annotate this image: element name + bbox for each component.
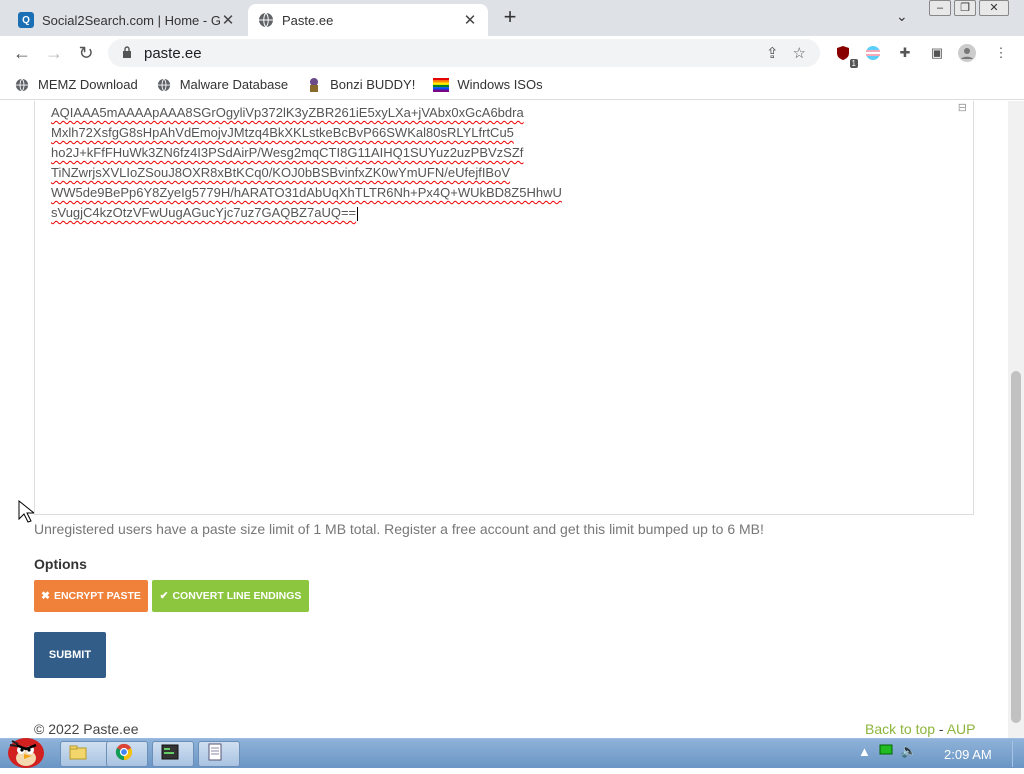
globe-icon: [14, 77, 30, 93]
paste-line: AQIAAA5mAAAApAAA8SGrOgyliVp372lK3yZBR261…: [51, 105, 524, 120]
size-limit-notice: Unregistered users have a paste size lim…: [34, 521, 764, 537]
tab-pasteee[interactable]: Paste.ee ✕: [248, 4, 488, 36]
ublock-extension-icon[interactable]: 1: [834, 44, 858, 68]
check-icon: ✔: [159, 590, 169, 602]
aup-link[interactable]: AUP: [947, 721, 976, 737]
paste-line: sVugjC4kzOtzVFwUugAGucYjc7uz7GAQBZ7aUQ==: [51, 203, 562, 223]
paste-line: TiNZwrjsXVLIoZSouJ8OXR8xBtKCq0/KOJ0bBSBv…: [51, 165, 510, 180]
address-text: paste.ee: [144, 44, 202, 62]
bookmark-label: Malware Database: [179, 77, 289, 92]
chrome-icon: [115, 743, 133, 766]
paste-text: AQIAAA5mAAAApAAA8SGrOgyliVp372lK3yZBR261…: [51, 103, 562, 223]
taskbar-chrome[interactable]: [106, 741, 148, 767]
start-button-angry-bird-icon[interactable]: [2, 731, 52, 769]
page-content: AQIAAA5mAAAApAAA8SGrOgyliVp372lK3yZBR261…: [0, 101, 1008, 738]
terminal-icon: [161, 744, 179, 765]
button-label: ENCRYPT PASTE: [53, 590, 141, 602]
globe-icon: [156, 77, 172, 93]
show-desktop-button[interactable]: [1012, 741, 1022, 767]
trans-flag-extension-icon[interactable]: [864, 44, 882, 62]
side-panel-icon[interactable]: ▣: [928, 44, 946, 62]
reload-button[interactable]: ↻: [74, 41, 98, 65]
tab-search-chevron-icon[interactable]: ⌄: [896, 8, 908, 25]
bookmark-bonzi-buddy[interactable]: Bonzi BUDDY!: [306, 77, 415, 93]
profile-avatar-icon[interactable]: [958, 44, 976, 62]
bookmark-label: MEMZ Download: [38, 77, 138, 92]
volume-icon[interactable]: 🔈: [901, 743, 917, 759]
submit-button[interactable]: SUBMIT: [34, 632, 106, 678]
tab-title: Paste.ee: [282, 12, 334, 28]
scrollbar-thumb[interactable]: [1011, 371, 1021, 723]
globe-icon: [258, 12, 274, 28]
q-icon: Q: [18, 12, 34, 28]
maximize-button[interactable]: ❐: [954, 0, 976, 16]
network-icon[interactable]: [879, 744, 893, 759]
clock[interactable]: 2:09 AM: [944, 747, 992, 762]
bookmark-star-icon[interactable]: ☆: [793, 44, 806, 62]
expand-icon[interactable]: ⊟: [958, 101, 967, 114]
bonzi-icon: [306, 77, 322, 93]
button-label: CONVERT LINE ENDINGS: [172, 590, 302, 602]
forward-button[interactable]: →: [42, 41, 66, 65]
text-cursor: [357, 206, 359, 221]
close-icon[interactable]: ✕: [220, 11, 236, 29]
footer-links: Back to top - AUP: [865, 721, 976, 737]
taskbar-notepad[interactable]: [198, 741, 240, 767]
minimize-button[interactable]: –: [929, 0, 951, 16]
tab-strip: Q Social2Search.com | Home - G ✕ Paste.e…: [0, 0, 1024, 36]
close-icon[interactable]: ✕: [462, 11, 478, 29]
tab-title: Social2Search.com | Home - G: [42, 12, 220, 28]
window-close-button[interactable]: ✕: [979, 0, 1009, 16]
x-icon: ✖: [41, 590, 50, 602]
bookmark-windows-isos[interactable]: Windows ISOs: [433, 77, 543, 93]
back-button[interactable]: ←: [10, 41, 34, 65]
browser-toolbar: ← → ↻ paste.ee ⇪ ☆ 1 ✚ ▣ ⋮: [0, 36, 1024, 70]
paste-line: Mxlh72XsfgG8sHpAhVdEmojvJMtzq4BkXKLstkeB…: [51, 125, 514, 140]
new-tab-button[interactable]: +: [498, 6, 522, 30]
window-controls: – ❐ ✕: [926, 0, 1009, 18]
encrypt-paste-button[interactable]: ✖ ENCRYPT PASTE: [34, 580, 148, 612]
paste-line: ho2J+kFfFHuWk3ZN6fz4I3PSdAirP/Wesg2mqCTI…: [51, 145, 524, 160]
convert-line-endings-button[interactable]: ✔ CONVERT LINE ENDINGS: [152, 580, 309, 612]
bookmark-label: Bonzi BUDDY!: [330, 77, 416, 92]
paste-textarea[interactable]: AQIAAA5mAAAApAAA8SGrOgyliVp372lK3yZBR261…: [34, 101, 974, 515]
paste-line: WW5de9BePp6Y8ZyeIg5779H/hARATO31dAbUqXhT…: [51, 185, 562, 200]
system-tray: ▲ 🔈: [858, 743, 917, 759]
extension-badge: 1: [849, 59, 858, 68]
taskbar: ▲ 🔈 2:09 AM: [0, 738, 1024, 768]
bookmark-memz[interactable]: MEMZ Download: [14, 77, 138, 93]
address-bar[interactable]: paste.ee ⇪ ☆: [108, 39, 820, 67]
paste-line-text: sVugjC4kzOtzVFwUugAGucYjc7uz7GAQBZ7aUQ==: [51, 205, 357, 220]
bookmark-malware-database[interactable]: Malware Database: [156, 77, 288, 93]
options-heading: Options: [34, 556, 87, 572]
page-scrollbar[interactable]: [1008, 101, 1024, 738]
rainbow-flag-icon: [433, 77, 450, 93]
notepad-icon: [207, 743, 223, 766]
puzzle-extensions-icon[interactable]: ✚: [896, 44, 914, 62]
lock-icon[interactable]: [122, 45, 134, 61]
menu-kebab-icon[interactable]: ⋮: [992, 44, 1010, 62]
bookmark-label: Windows ISOs: [457, 77, 543, 92]
tab-social2search[interactable]: Q Social2Search.com | Home - G ✕: [8, 4, 246, 36]
tray-arrow-icon[interactable]: ▲: [858, 744, 871, 759]
link-separator: -: [935, 721, 947, 737]
back-to-top-link[interactable]: Back to top: [865, 721, 935, 737]
share-icon[interactable]: ⇪: [766, 44, 779, 62]
bookmarks-bar: MEMZ Download Malware Database Bonzi BUD…: [0, 70, 1024, 100]
folder-icon: [69, 744, 87, 765]
mouse-pointer-icon: [18, 499, 36, 529]
taskbar-terminal[interactable]: [152, 741, 194, 767]
